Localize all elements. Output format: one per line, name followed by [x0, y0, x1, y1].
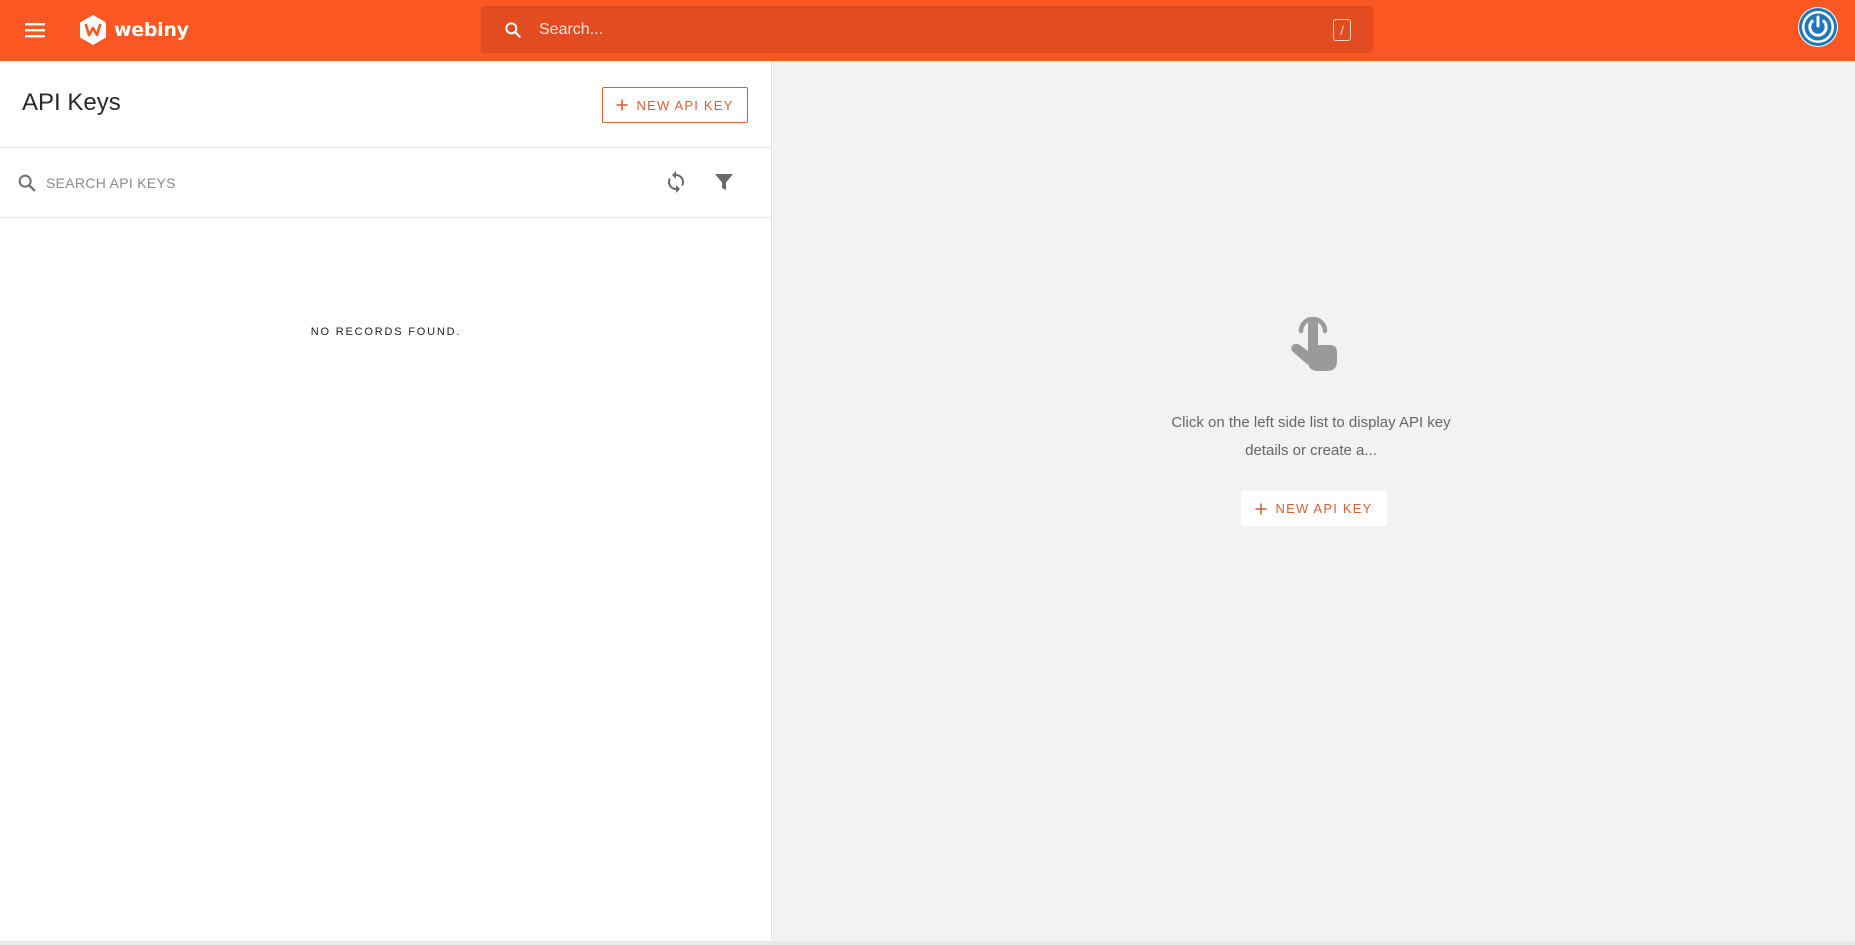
- plus-icon: [616, 99, 628, 111]
- new-api-key-button-secondary[interactable]: NEW API KEY: [1241, 491, 1387, 526]
- top-app-bar: webiny /: [0, 0, 1855, 61]
- search-icon: [18, 174, 36, 192]
- empty-details-message: Click on the left side list to display A…: [1171, 414, 1451, 459]
- empty-list-message: NO RECORDS FOUND.: [310, 326, 462, 338]
- power-icon: [1799, 8, 1837, 46]
- new-api-key-button[interactable]: NEW API KEY: [602, 87, 748, 123]
- menu-button[interactable]: [22, 17, 48, 43]
- global-search-bar[interactable]: /: [481, 6, 1373, 53]
- api-keys-list-panel: API Keys NEW API KEY NO RECORDS FOUND.: [0, 61, 772, 941]
- search-icon: [505, 22, 521, 38]
- list-search-row: [0, 148, 772, 218]
- logo-text: webiny: [114, 19, 189, 41]
- filter-button[interactable]: [712, 170, 736, 194]
- search-shortcut-key: /: [1333, 19, 1351, 41]
- refresh-button[interactable]: [664, 170, 688, 194]
- webiny-logo[interactable]: webiny: [78, 12, 189, 48]
- webiny-logo-icon: [80, 15, 106, 45]
- bottom-divider: [0, 941, 1855, 945]
- plus-icon: [1255, 503, 1267, 514]
- refresh-icon: [668, 171, 684, 193]
- list-header: API Keys NEW API KEY: [0, 61, 772, 148]
- filter-icon: [715, 174, 733, 190]
- new-api-key-label: NEW API KEY: [636, 97, 734, 113]
- user-avatar[interactable]: [1798, 7, 1838, 47]
- new-api-key-label-secondary: NEW API KEY: [1275, 501, 1373, 516]
- touch-hand-icon: [1291, 316, 1337, 371]
- page-title: API Keys: [22, 89, 121, 116]
- menu-icon: [25, 23, 45, 38]
- global-search-input[interactable]: [539, 16, 1299, 44]
- api-key-details-panel: Click on the left side list to display A…: [773, 61, 1855, 941]
- api-keys-search-input[interactable]: [46, 170, 606, 196]
